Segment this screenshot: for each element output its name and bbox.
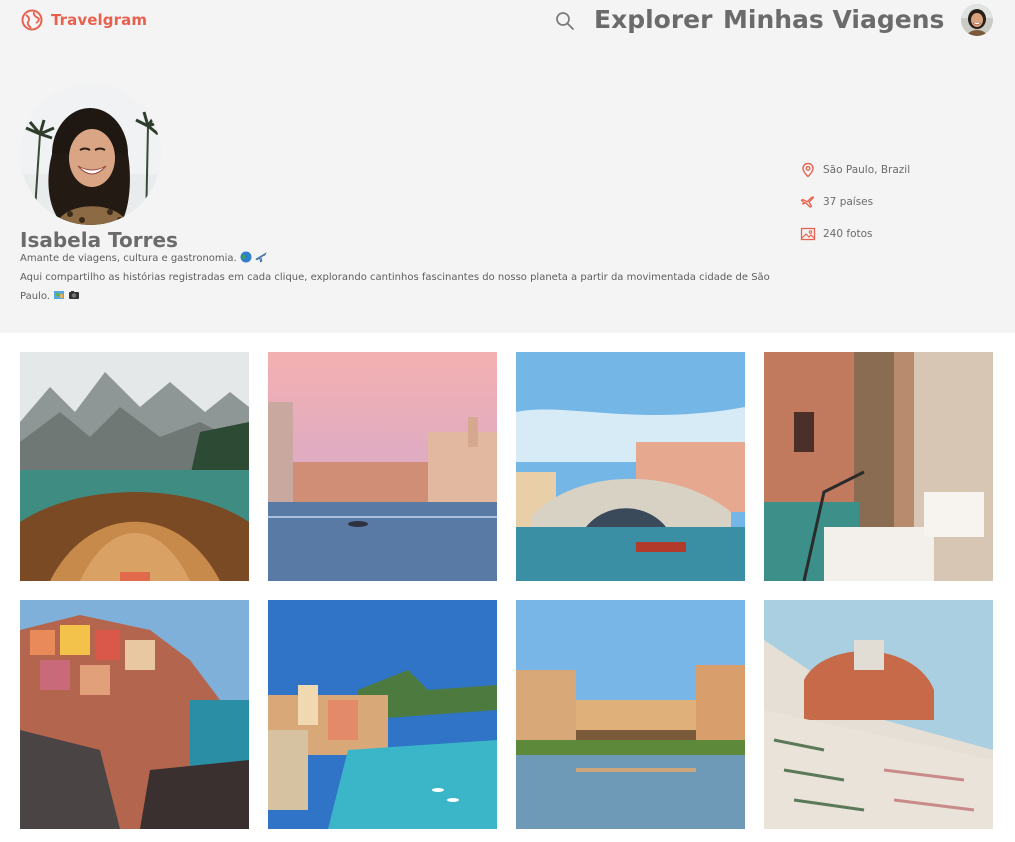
top-navigation-bar: Travelgram Explorer Minhas Viagens (0, 0, 1015, 42)
gallery-photo[interactable] (20, 600, 249, 829)
camera-emoji-icon (69, 291, 80, 299)
bio-line-1: Amante de viagens, cultura e gastronomia… (20, 249, 780, 268)
profile-stats: São Paulo, Brazil 37 países 240 fotos (800, 154, 910, 250)
brand-name: Travelgram (51, 11, 148, 29)
airplane-emoji-icon (255, 252, 267, 263)
bio-line-2: Aqui compartilho as histórias registrada… (20, 268, 780, 306)
bio-text-2: Aqui compartilho as histórias registrada… (20, 272, 770, 302)
nav-my-trips-link[interactable]: Minhas Viagens (723, 4, 944, 36)
stat-location: São Paulo, Brazil (800, 154, 910, 186)
location-pin-icon (802, 162, 814, 178)
search-icon[interactable] (555, 11, 575, 31)
globe-icon (21, 9, 43, 31)
brand-logo[interactable]: Travelgram (21, 9, 147, 31)
profile-photo (20, 84, 161, 225)
stat-location-text: São Paulo, Brazil (823, 164, 911, 176)
gallery-photo[interactable] (764, 352, 993, 581)
stat-photos-text: 240 fotos (823, 228, 873, 240)
gallery-photo[interactable] (516, 600, 745, 829)
gallery-photo[interactable] (516, 352, 745, 581)
stat-photos: 240 fotos (800, 218, 910, 250)
stat-countries: 37 países (800, 186, 910, 218)
nav-explorer-link[interactable]: Explorer (594, 4, 712, 36)
gallery-photo[interactable] (20, 352, 249, 581)
image-icon (800, 227, 816, 241)
map-emoji-icon (54, 291, 65, 299)
earth-globe-emoji-icon (240, 251, 252, 263)
stat-countries-text: 37 países (823, 196, 874, 208)
profile-panel: Isabela Torres Amante de viagens, cultur… (0, 42, 1015, 333)
gallery-photo[interactable] (268, 352, 497, 581)
gallery-photo[interactable] (268, 600, 497, 829)
airplane-icon (800, 196, 814, 208)
gallery-photo[interactable] (764, 600, 993, 829)
user-avatar[interactable] (961, 4, 993, 36)
bio-text-1: Amante de viagens, cultura e gastronomia… (20, 253, 237, 264)
